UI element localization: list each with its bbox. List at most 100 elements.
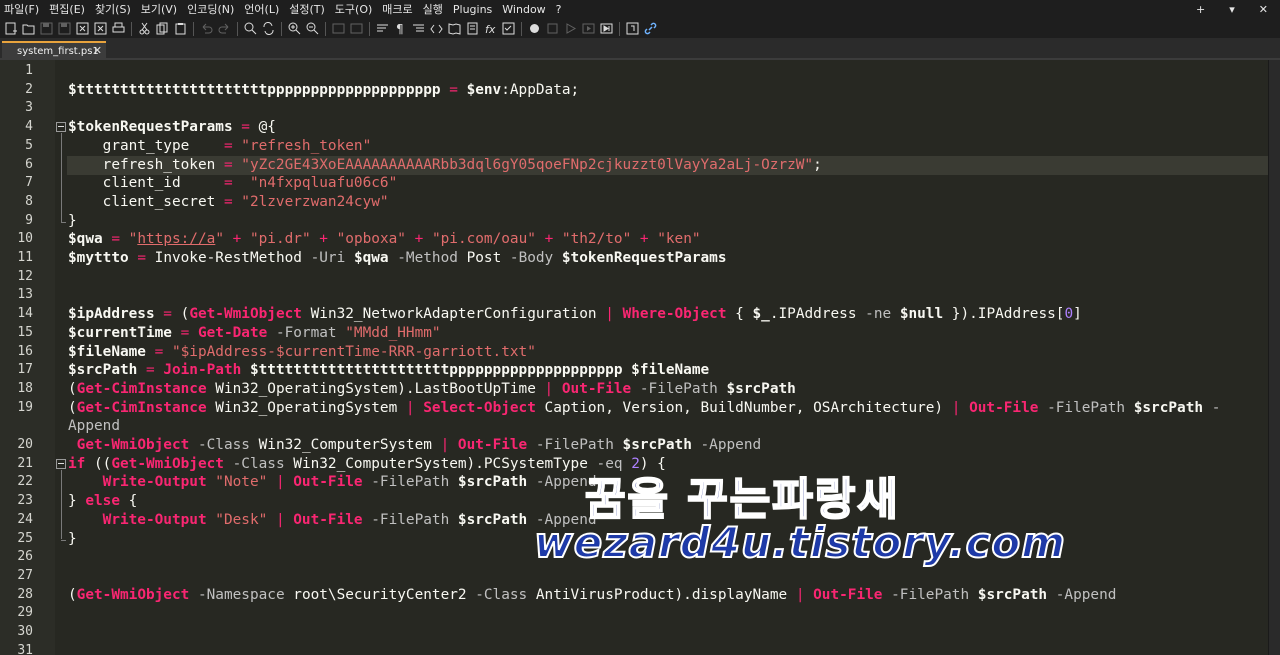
doc-map-icon[interactable] xyxy=(447,22,461,36)
code-token: Post xyxy=(466,250,510,266)
fold-toggle-icon[interactable] xyxy=(56,458,66,469)
close-all-icon[interactable] xyxy=(93,22,107,36)
code-token: "pi.com/oau" xyxy=(431,231,536,248)
folder-workspace-icon[interactable]: fx xyxy=(483,22,497,36)
show-all-chars-icon[interactable]: ¶ xyxy=(393,22,407,36)
code-token: "2lzverzwan24cyw" xyxy=(241,193,389,210)
indent-guide-icon[interactable] xyxy=(411,22,425,36)
line-number: 16 xyxy=(17,343,33,359)
menu-item[interactable]: ? xyxy=(551,0,567,19)
tab-list-icon[interactable]: ▾ xyxy=(1217,0,1247,19)
code-token: https://a xyxy=(137,231,216,248)
function-list-icon[interactable] xyxy=(465,22,479,36)
menu-item[interactable]: 인코딩(N) xyxy=(182,0,239,19)
menu-item[interactable]: 파일(F) xyxy=(0,0,44,19)
run-macro-icon[interactable] xyxy=(581,22,595,36)
udl-icon[interactable] xyxy=(429,22,443,36)
close-icon[interactable] xyxy=(75,22,89,36)
line-number: 2 xyxy=(25,81,33,97)
code-token: root\SecurityCenter2 xyxy=(293,586,476,603)
tab-close-icon[interactable]: ✕ xyxy=(93,44,102,57)
panel-icon[interactable] xyxy=(625,22,639,36)
line-number: 3 xyxy=(25,100,33,116)
fold-end-marker xyxy=(61,221,66,223)
undo-icon[interactable] xyxy=(199,22,213,36)
code-token: "pi.dr" xyxy=(249,231,311,248)
line-number: 5 xyxy=(25,137,33,153)
code-token: "n4fxpqluafu06c6" xyxy=(249,175,398,192)
save-all-icon[interactable] xyxy=(57,22,71,36)
zoom-in-icon[interactable] xyxy=(287,22,301,36)
vertical-scrollbar[interactable] xyxy=(1268,60,1280,655)
menu-item[interactable]: 편집(E) xyxy=(44,0,90,19)
copy-icon[interactable] xyxy=(155,22,169,36)
new-file-icon[interactable] xyxy=(3,22,17,36)
line-number: 30 xyxy=(17,624,33,639)
replace-icon[interactable] xyxy=(261,22,275,36)
find-icon[interactable] xyxy=(243,22,257,36)
save-icon[interactable] xyxy=(39,22,53,36)
cut-icon[interactable] xyxy=(137,22,151,36)
code-token: = xyxy=(440,81,467,98)
line-number: 23 xyxy=(17,493,33,509)
menu-item[interactable]: Plugins xyxy=(448,0,497,19)
code-token: $ttttttttttttttttttttttppppppppppppppppp… xyxy=(68,81,441,98)
link-icon[interactable] xyxy=(643,22,657,36)
menu-item[interactable]: 실행 xyxy=(418,0,448,19)
line-number: 11 xyxy=(17,250,33,265)
toolbar-separator xyxy=(131,21,132,36)
sync-h-icon[interactable] xyxy=(349,22,363,36)
paste-icon[interactable] xyxy=(173,22,187,36)
tab-system-first[interactable]: system_first.ps1 ✕ xyxy=(2,41,106,60)
line-number: 26 xyxy=(17,549,33,565)
menu-item[interactable]: 보기(V) xyxy=(136,0,182,19)
stop-record-icon[interactable] xyxy=(545,22,559,36)
code-line: Get-WmiObject -Class Win32_ComputerSyste… xyxy=(68,436,762,455)
code-token: Out-File xyxy=(449,437,528,453)
line-number: 15 xyxy=(17,324,33,340)
code-token: Out-File xyxy=(804,586,883,603)
code-token: 0 xyxy=(1064,306,1074,323)
code-token: -Method xyxy=(388,250,467,266)
new-tab-icon[interactable]: + xyxy=(1184,0,1217,19)
close-doc-icon[interactable]: ✕ xyxy=(1247,0,1280,19)
redo-icon[interactable] xyxy=(217,22,231,36)
menu-item[interactable]: 언어(L) xyxy=(239,0,284,19)
code-line: $tokenRequestParams = @{ xyxy=(68,118,276,137)
code-token: -Class xyxy=(475,586,536,603)
code-token: "refresh_token" xyxy=(241,137,372,154)
menu-item[interactable]: Window xyxy=(497,0,550,19)
menu-item[interactable]: 설정(T) xyxy=(284,0,330,19)
code-token: | xyxy=(440,437,450,453)
fold-toggle-icon[interactable] xyxy=(56,122,66,133)
save-macro-icon[interactable] xyxy=(599,22,613,36)
code-token: ( xyxy=(68,399,77,416)
menu-item[interactable]: 도구(O) xyxy=(330,0,377,19)
line-number: 12 xyxy=(17,268,33,284)
fold-line xyxy=(61,469,62,540)
code-token: } xyxy=(68,493,86,510)
code-token: -Body xyxy=(509,250,562,266)
code-token: -Append xyxy=(1047,586,1117,603)
monitor-icon[interactable] xyxy=(501,22,515,36)
sync-v-icon[interactable] xyxy=(331,22,345,36)
record-macro-icon[interactable] xyxy=(527,22,541,36)
playback-icon[interactable] xyxy=(563,22,577,36)
code-token: "th2/to" xyxy=(561,231,632,248)
code-line: grant_type = "refresh_token" xyxy=(68,137,372,156)
code-line: Write-Output "Note" | Out-File -FilePath… xyxy=(68,473,597,492)
code-token: Win32_ComputerSystem).PCSystemType xyxy=(293,455,597,472)
code-token: = xyxy=(171,324,198,341)
code-line: Append xyxy=(68,417,120,436)
line-number: 28 xyxy=(17,586,33,602)
print-icon[interactable] xyxy=(111,22,125,36)
open-file-icon[interactable] xyxy=(21,22,35,36)
code-token: + xyxy=(405,231,432,248)
menu-item[interactable]: 매크로 xyxy=(377,0,417,19)
menu-item[interactable]: 찾기(S) xyxy=(90,0,136,19)
zoom-out-icon[interactable] xyxy=(305,22,319,36)
word-wrap-icon[interactable] xyxy=(375,22,389,36)
code-token: Select-Object xyxy=(414,399,536,416)
toolbar-separator xyxy=(193,21,194,36)
